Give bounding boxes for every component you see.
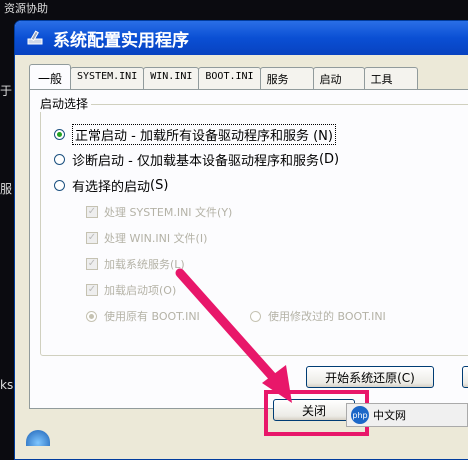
check-win-ini-box[interactable]: ✓ <box>86 232 98 244</box>
tab-tools[interactable]: 工具 <box>363 67 418 89</box>
system-restore-button[interactable]: 开始系统还原(C) <box>306 366 434 388</box>
desktop-text-left-1: 于 <box>0 84 13 98</box>
desktop-text-left-3: ks <box>0 378 14 392</box>
startup-selection-label: 启动选择 <box>37 95 92 112</box>
normal-startup-radio[interactable] <box>54 129 65 140</box>
normal-startup-key: (N) <box>313 129 333 144</box>
tab-strip: 一般 SYSTEM.INI WIN.INI BOOT.INI 服务 启动 工具 <box>29 64 418 92</box>
tab-boot-ini[interactable]: BOOT.INI <box>198 67 261 89</box>
desktop-text-top: 资源协助 <box>4 2 48 15</box>
check-startup-items[interactable]: ✓ 加载启动项(O) <box>86 282 176 298</box>
selective-startup-label: 有选择的启动 <box>72 180 151 195</box>
check-win-ini-label: 处理 WIN.INI 文件(I) <box>104 232 208 245</box>
boot-original-radio[interactable] <box>86 310 97 322</box>
tab-win-ini[interactable]: WIN.INI <box>143 67 200 89</box>
check-system-ini-label: 处理 SYSTEM.INI 文件(Y) <box>104 206 233 219</box>
diagnostic-startup-radio[interactable] <box>54 154 65 165</box>
check-system-ini-box[interactable]: ✓ <box>86 206 98 218</box>
normal-startup-option[interactable]: 正常启动 - 加载所有设备驱动程序和服务 (N) <box>54 124 336 145</box>
php-logo-icon: php <box>351 406 369 424</box>
tab-services[interactable]: 服务 <box>259 67 314 89</box>
normal-startup-label-wrap: 正常启动 - 加载所有设备驱动程序和服务 (N) <box>72 124 336 145</box>
check-system-ini[interactable]: ✓ 处理 SYSTEM.INI 文件(Y) <box>86 204 232 220</box>
tab-general[interactable]: 一般 <box>29 64 72 92</box>
msconfig-icon <box>27 30 43 45</box>
tab-system-ini[interactable]: SYSTEM.INI <box>70 67 145 89</box>
check-startup-items-box[interactable]: ✓ <box>86 284 98 296</box>
selective-startup-radio[interactable] <box>54 180 65 191</box>
desktop-text-left-2: 服 <box>0 182 13 196</box>
selective-startup-option[interactable]: 有选择的启动 (S) <box>54 176 168 195</box>
diagnostic-startup-label: 诊断启动 - 仅加载基本设备驱动程序和服务 <box>72 154 319 169</box>
diagnostic-startup-key: (D) <box>318 152 340 167</box>
ime-toolbar[interactable]: php 中文网 <box>346 403 468 427</box>
launch-button-partial[interactable] <box>462 366 468 388</box>
pointer-arrow-icon <box>175 268 292 403</box>
window-title: 系统配置实用程序 <box>53 30 189 51</box>
normal-startup-label: 正常启动 - 加载所有设备驱动程序和服务 <box>75 129 309 144</box>
selective-startup-key: (S) <box>150 178 169 193</box>
diagnostic-startup-option[interactable]: 诊断启动 - 仅加载基本设备驱动程序和服务 (D) <box>54 150 339 169</box>
title-bar[interactable]: 系统配置实用程序 <box>15 21 468 55</box>
check-win-ini[interactable]: ✓ 处理 WIN.INI 文件(I) <box>86 230 207 246</box>
ime-label: 中文网 <box>373 409 406 422</box>
check-system-services-box[interactable]: ✓ <box>86 258 98 270</box>
tab-startup[interactable]: 启动 <box>312 67 365 89</box>
check-startup-items-label: 加载启动项(O) <box>104 284 177 297</box>
